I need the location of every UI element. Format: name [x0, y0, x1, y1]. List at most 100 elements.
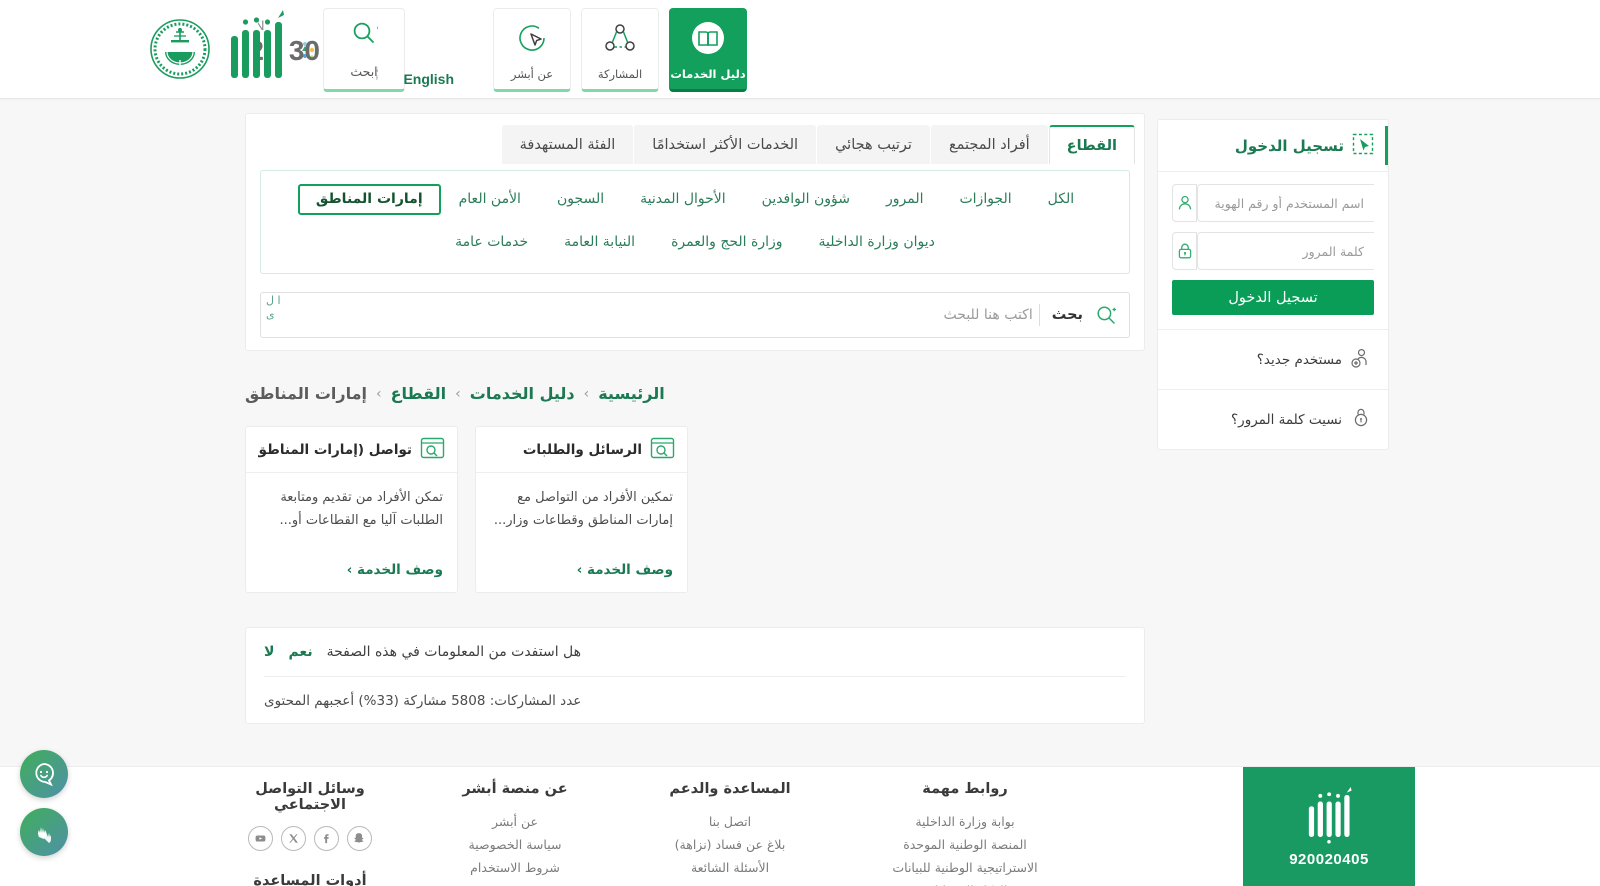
- filter-regional-emirates[interactable]: إمارات المناطق: [297, 184, 441, 216]
- service-card-header: تواصل (إمارات المناطق): [246, 427, 457, 473]
- service-description-link[interactable]: وصف الخدمة ›: [476, 562, 687, 592]
- svg-text:رؤيــــة: رؤيــــة: [376, 16, 378, 34]
- footer-link-item[interactable]: عن أبشر: [440, 810, 590, 833]
- password-field-group: [1172, 232, 1374, 270]
- breadcrumb-separator: ›: [376, 385, 382, 402]
- footer-link-item[interactable]: المنصة الوطنية الموحدة: [890, 833, 1040, 856]
- facebook-icon[interactable]: [314, 826, 339, 851]
- window-search-icon: [420, 437, 445, 463]
- filter-passports[interactable]: الجوازات: [941, 184, 1029, 215]
- sign-language-button[interactable]: [20, 808, 68, 856]
- forgot-password-label: نسيت كلمة المرور؟: [1231, 411, 1342, 428]
- footer-help-heading: المساعدة والدعم: [669, 781, 791, 797]
- login-form: تسجيل الدخول: [1158, 172, 1388, 329]
- breadcrumb-item-home[interactable]: الرئيسية: [598, 384, 665, 403]
- services-search-bar[interactable]: بحث ا ل ى: [260, 292, 1130, 338]
- hands-icon: [38, 827, 51, 843]
- footer-link-item[interactable]: الاستراتيجية الوطنية للبيانات والذكاء ال…: [890, 856, 1040, 886]
- lock-key-icon: [1350, 407, 1372, 433]
- service-description-link[interactable]: وصف الخدمة ›: [246, 562, 457, 592]
- footer-phone-number: 920020405: [1289, 850, 1369, 868]
- window-search-icon: [650, 437, 675, 463]
- feedback-stats-row: عدد المشاركات: 5808 مشاركة (33%) أعجبهم …: [246, 677, 1144, 725]
- service-cards-list: الرسائل والطلبات تمكين الأفراد من التواص…: [245, 426, 1145, 593]
- breadcrumb-item-current: إمارات المناطق: [245, 384, 367, 403]
- sector-filter-box: الكل الجوازات المرور شؤون الوافدين الأحو…: [260, 170, 1130, 274]
- chatbot-button[interactable]: [20, 750, 68, 798]
- services-tab-bar: القطاع أفراد المجتمع ترتيب هجائي الخدمات…: [501, 114, 1144, 164]
- nav-tile-participation[interactable]: المشاركة: [581, 8, 659, 92]
- footer-about-heading: عن منصة أبشر: [462, 781, 568, 797]
- search-icon: [1095, 304, 1117, 326]
- filter-prisons[interactable]: السجون: [539, 184, 622, 215]
- breadcrumb: الرئيسية › دليل الخدمات › القطاع › إمارا…: [245, 384, 1145, 403]
- services-search-input[interactable]: [273, 307, 1033, 323]
- footer-link-item[interactable]: اتصل بنا: [650, 810, 810, 833]
- service-card[interactable]: الرسائل والطلبات تمكين الأفراد من التواص…: [475, 426, 688, 593]
- footer-link-item[interactable]: الأسئلة الشائعة: [650, 856, 810, 879]
- tab-community-members[interactable]: أفراد المجتمع: [930, 125, 1048, 164]
- filter-general-services[interactable]: خدمات عامة: [437, 227, 546, 258]
- footer-column-important-links: روابط مهمة بوابة وزارة الداخلية المنصة ا…: [890, 781, 1040, 886]
- share-nodes-icon: [602, 9, 638, 67]
- feedback-yes-button[interactable]: نعم: [288, 644, 312, 660]
- username-input[interactable]: [1197, 184, 1374, 222]
- footer-column-about-absher: عن منصة أبشر عن أبشر سياسة الخصوصية شروط…: [440, 781, 590, 879]
- filter-hajj-umrah[interactable]: وزارة الحج والعمرة: [653, 227, 800, 258]
- search-divider: [1038, 304, 1040, 326]
- username-field-group: [1172, 184, 1374, 222]
- feedback-no-button[interactable]: لا: [264, 644, 274, 660]
- youtube-icon[interactable]: [248, 826, 273, 851]
- floating-action-buttons: [20, 750, 68, 856]
- tab-target-group[interactable]: الفئة المستهدفة: [501, 125, 634, 164]
- filter-expat-affairs[interactable]: شؤون الوافدين: [744, 184, 868, 215]
- feedback-question-row: هل استفدت من المعلومات في هذه الصفحة نعم…: [246, 628, 1144, 676]
- new-user-link[interactable]: مستخدم جديد؟: [1158, 329, 1388, 389]
- nav-tile-label: دليل الخدمات: [670, 67, 746, 81]
- new-user-label: مستخدم جديد؟: [1256, 351, 1342, 368]
- footer-social-heading: وسائل التواصل الاجتماعي: [255, 781, 365, 813]
- search-submit-label[interactable]: بحث: [1046, 307, 1089, 323]
- service-card-description: تمكين الأفراد من التواصل مع إمارات المنا…: [493, 490, 673, 528]
- filter-moi-diwan[interactable]: ديوان وزارة الداخلية: [801, 227, 953, 258]
- breadcrumb-item-services-guide[interactable]: دليل الخدمات: [470, 384, 575, 403]
- footer-link-item[interactable]: بلاغ عن فساد (نزاهة): [650, 833, 810, 856]
- lock-icon: [1172, 232, 1197, 270]
- nav-tile-services-guide[interactable]: دليل الخدمات: [669, 8, 747, 92]
- x-twitter-icon[interactable]: [281, 826, 306, 851]
- nav-tile-label: المشاركة: [597, 67, 643, 81]
- nav-tile-about-absher[interactable]: عن أبشر: [493, 8, 571, 92]
- footer-link-item[interactable]: سياسة الخصوصية: [440, 833, 590, 856]
- breadcrumb-item-sector[interactable]: القطاع: [391, 384, 447, 403]
- service-card-body: تمكين الأفراد من التواصل مع إمارات المنا…: [476, 473, 687, 562]
- forgot-password-link[interactable]: نسيت كلمة المرور؟: [1158, 389, 1388, 449]
- filter-civil-affairs[interactable]: الأحوال المدنية: [622, 184, 744, 215]
- page-feedback-panel: هل استفدت من المعلومات في هذه الصفحة نعم…: [245, 627, 1145, 724]
- footer-help-tools-heading: أدوات المساعدة: [253, 873, 367, 886]
- cursor-select-icon: [1352, 133, 1374, 159]
- language-switch-english[interactable]: English: [403, 71, 454, 87]
- tab-sector[interactable]: القطاع: [1048, 125, 1135, 164]
- footer-link-item[interactable]: بوابة وزارة الداخلية: [890, 810, 1040, 833]
- footer-links-heading: روابط مهمة: [922, 781, 1008, 797]
- filter-public-security[interactable]: الأمن العام: [441, 184, 539, 215]
- nav-tile-label: عن أبشر: [510, 67, 554, 81]
- tab-alphabetical[interactable]: ترتيب هجائي: [817, 125, 930, 164]
- filter-public-prosecution[interactable]: النيابة العامة: [546, 227, 653, 258]
- tab-most-used-services[interactable]: الخدمات الأكثر استخدامًا: [634, 125, 817, 164]
- password-input[interactable]: [1197, 232, 1374, 270]
- footer-column-help-support: المساعدة والدعم اتصل بنا بلاغ عن فساد (ن…: [650, 781, 810, 879]
- service-card-description: تمكن الأفراد من تقديم ومتابعة الطلبات آل…: [279, 490, 443, 528]
- breadcrumb-separator: ›: [455, 385, 461, 402]
- footer-link-item[interactable]: شروط الاستخدام: [440, 856, 590, 879]
- user-add-icon: [1350, 347, 1372, 373]
- feedback-question-text: هل استفدت من المعلومات في هذه الصفحة: [326, 644, 582, 660]
- filter-traffic[interactable]: المرور: [868, 184, 942, 215]
- filter-all[interactable]: الكل: [1030, 184, 1093, 215]
- snapchat-icon[interactable]: [347, 826, 372, 851]
- service-card-body: تمكن الأفراد من تقديم ومتابعة الطلبات آل…: [246, 473, 457, 562]
- login-submit-button[interactable]: تسجيل الدخول: [1172, 280, 1374, 315]
- service-card[interactable]: تواصل (إمارات المناطق) تمكن الأفراد من ت…: [245, 426, 458, 593]
- service-card-title: الرسائل والطلبات: [522, 441, 642, 458]
- services-directory-card: القطاع أفراد المجتمع ترتيب هجائي الخدمات…: [245, 113, 1145, 351]
